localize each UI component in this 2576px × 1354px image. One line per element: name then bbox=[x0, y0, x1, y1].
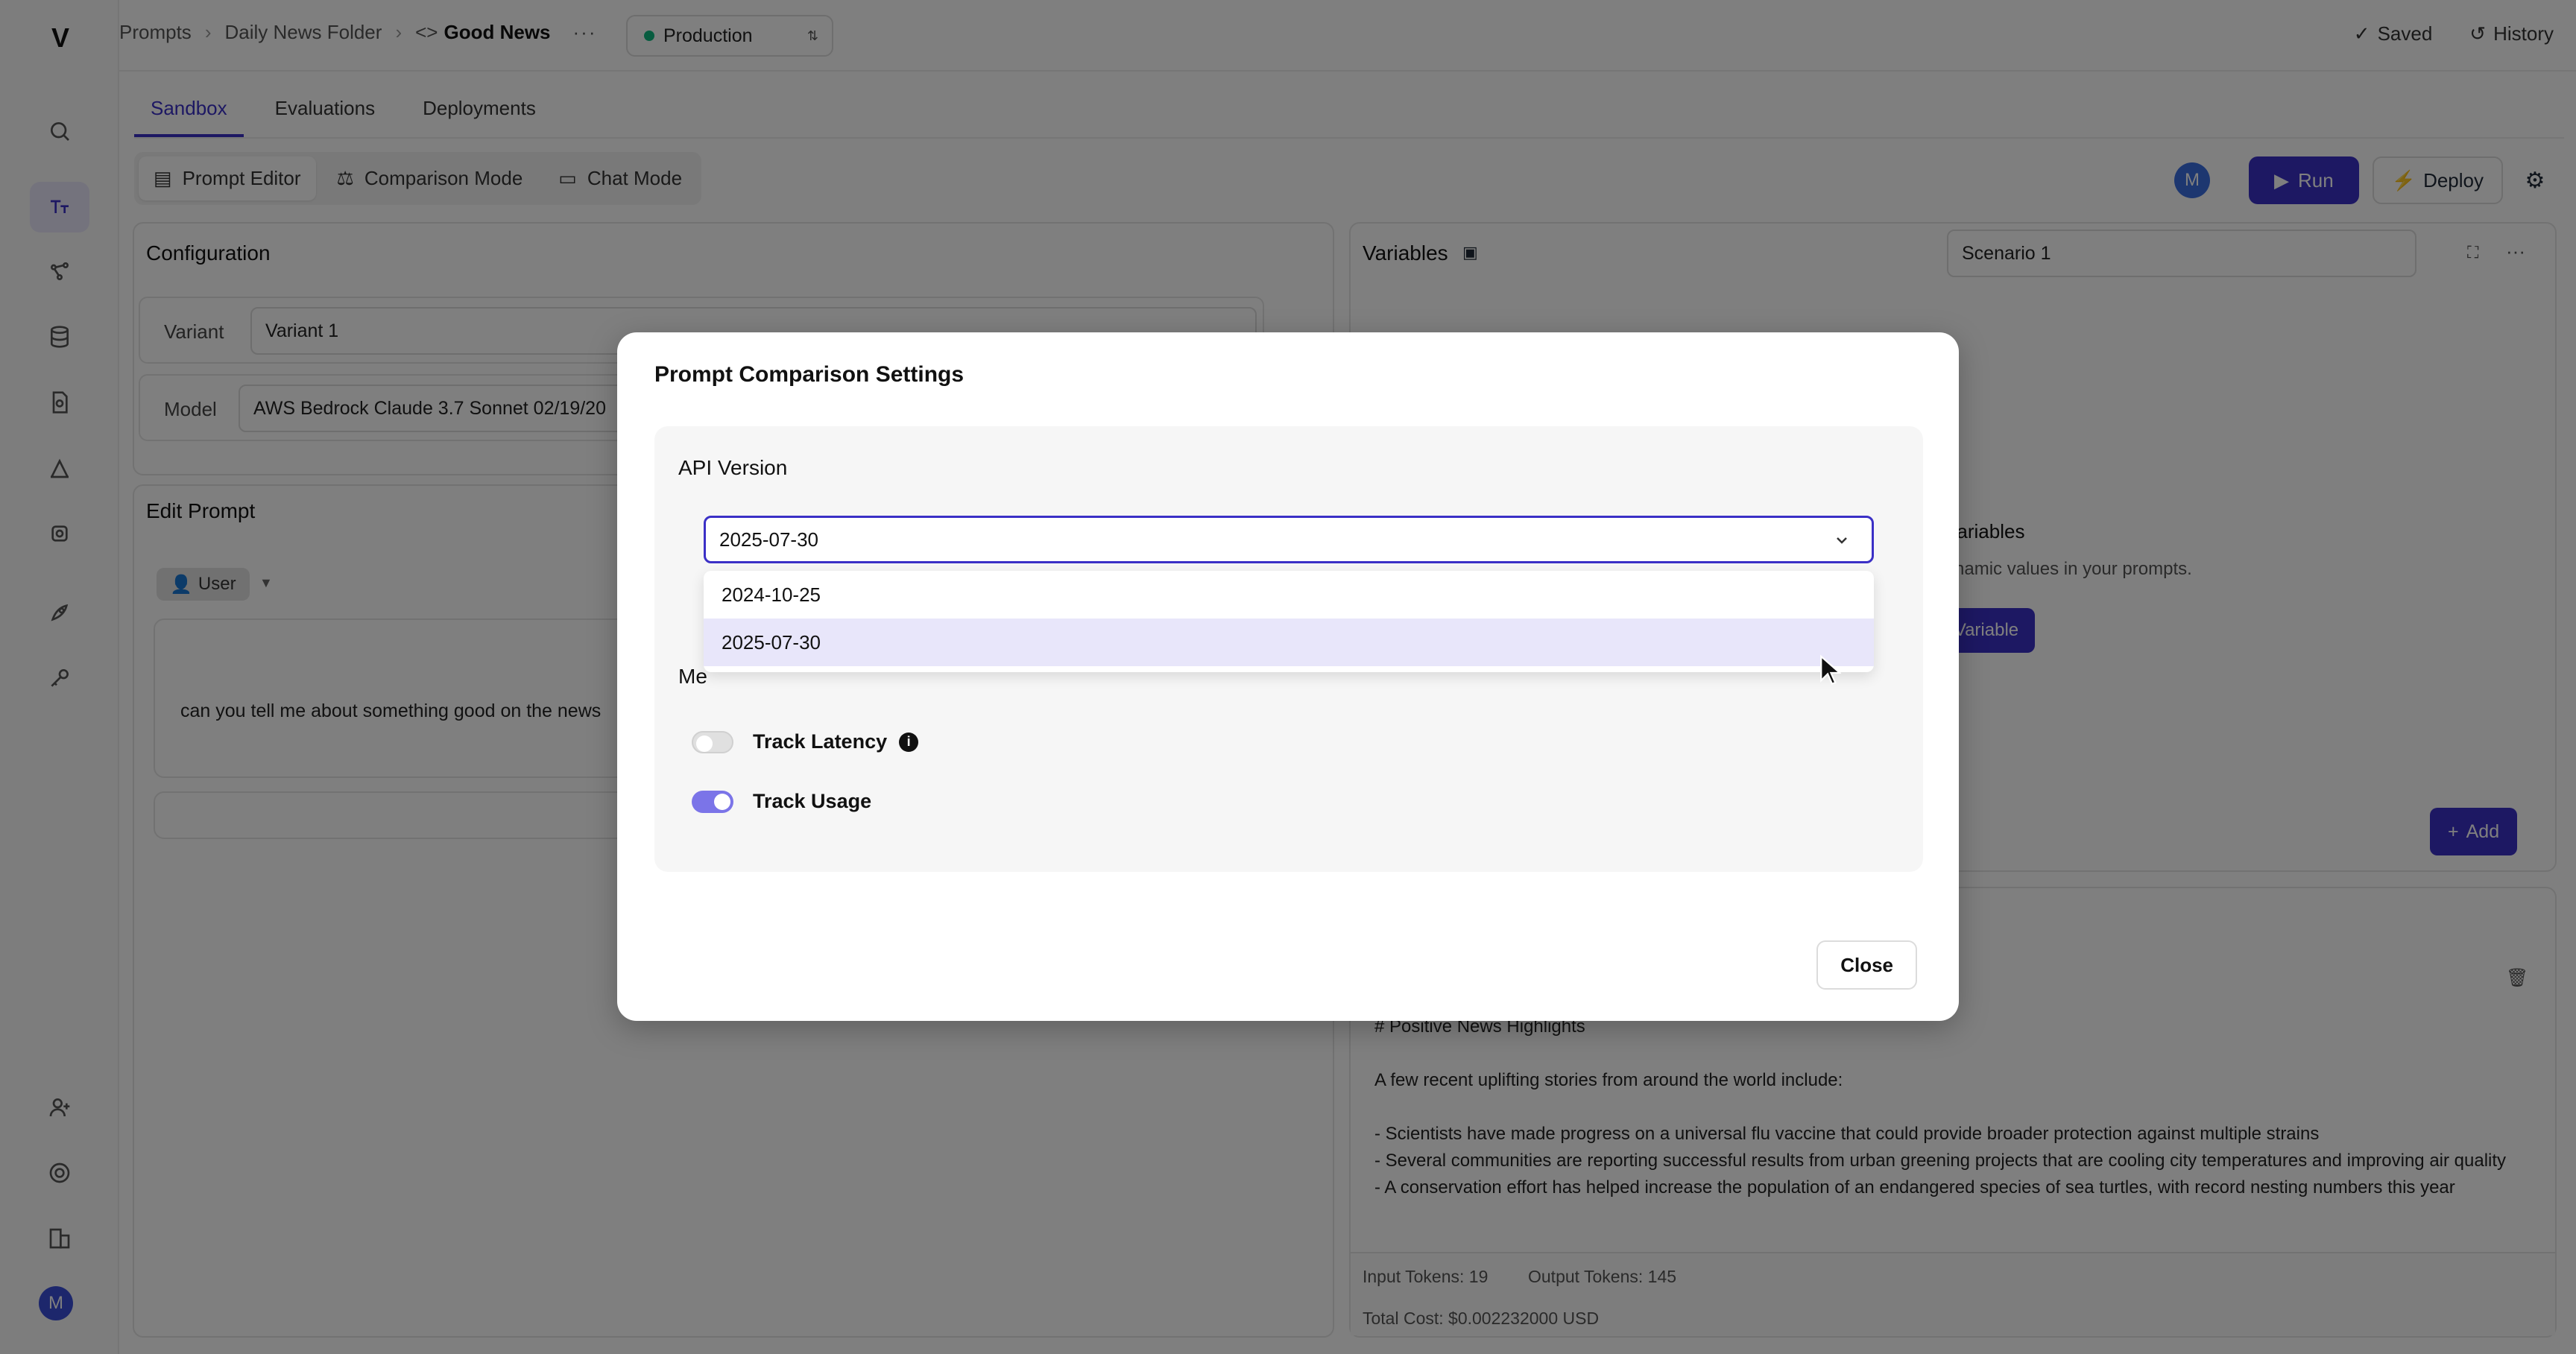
comparison-settings-modal: Prompt Comparison Settings API Version M… bbox=[617, 332, 1959, 1021]
track-latency-row: Track Latency i bbox=[692, 730, 919, 753]
api-version-dropdown: 2024-10-25 2025-07-30 bbox=[704, 571, 1874, 672]
api-version-option-selected[interactable]: 2025-07-30 bbox=[704, 619, 1874, 666]
toggle-knob bbox=[714, 793, 730, 810]
info-icon[interactable]: i bbox=[899, 732, 919, 752]
api-version-option[interactable]: 2024-10-25 bbox=[704, 571, 1874, 619]
track-latency-toggle[interactable] bbox=[692, 730, 733, 753]
close-button[interactable]: Close bbox=[1816, 940, 1917, 990]
track-usage-row: Track Usage bbox=[692, 790, 871, 813]
chevron-down-icon bbox=[1837, 537, 1847, 544]
modal-title: Prompt Comparison Settings bbox=[654, 362, 965, 387]
mouse-cursor-icon bbox=[1820, 654, 1841, 685]
api-version-label: API Version bbox=[678, 456, 788, 479]
api-version-select[interactable]: 2025-07-30 bbox=[704, 516, 1874, 563]
metrics-label: Me bbox=[678, 665, 707, 688]
track-latency-label: Track Latency bbox=[753, 730, 888, 753]
track-usage-label: Track Usage bbox=[753, 790, 872, 812]
track-usage-toggle[interactable] bbox=[692, 790, 733, 813]
toggle-knob bbox=[696, 735, 713, 752]
api-version-value: 2025-07-30 bbox=[719, 528, 818, 551]
